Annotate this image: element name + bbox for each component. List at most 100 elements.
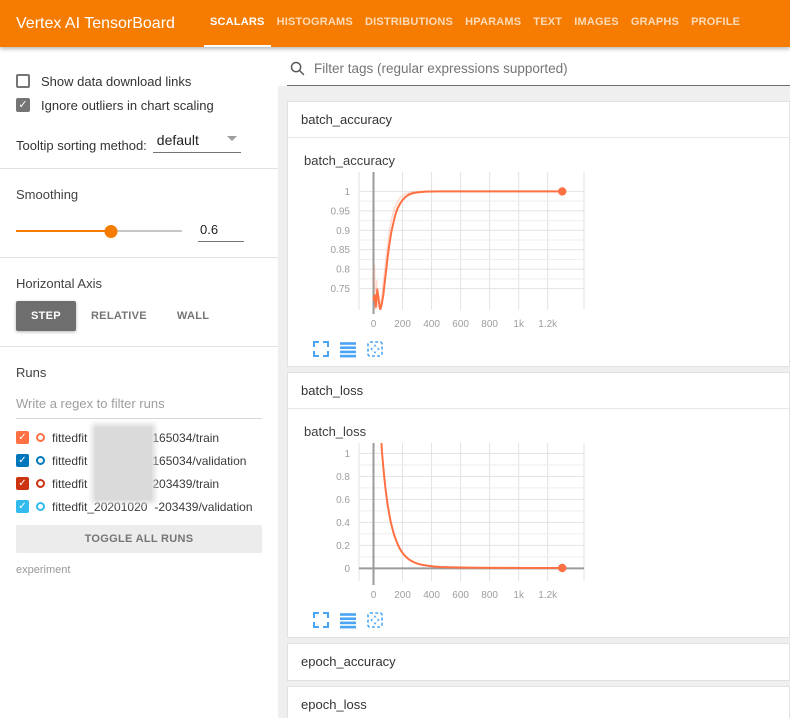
settings-sidebar: Show data download links ✓ Ignore outlie… [0, 47, 278, 718]
tab-graphs[interactable]: GRAPHS [625, 0, 685, 47]
svg-text:0.2: 0.2 [336, 541, 350, 552]
chart-block: batch_accuracy 0 200 400 600 800 1k 1.2k 0.75 0.8… [288, 138, 789, 366]
tag-section-header-batch-accuracy[interactable]: batch_accuracy [288, 102, 789, 138]
tab-distributions[interactable]: DISTRIBUTIONS [359, 0, 459, 47]
chart-block: batch_loss02004006008001k1.2k00.20.40.60… [288, 409, 789, 637]
tag-card-batch-accuracy: batch_accuracy batch_accuracy 0 200 400 600 80… [287, 101, 790, 367]
horizontal-axis-label: Horizontal Axis [16, 276, 262, 291]
chart-title: batch_loss [304, 424, 789, 439]
tag-card-batch-loss: batch_loss batch_loss 0 200 400 600 800 1k 1.2k 0… [287, 372, 790, 638]
tab-histograms[interactable]: HISTOGRAMS [271, 0, 359, 47]
smoothing-value-field[interactable]: 0.6 [198, 220, 244, 242]
toggle-all-runs-button[interactable]: TOGGLE ALL RUNS [16, 525, 262, 553]
search-icon [289, 60, 306, 77]
main-pane: batch_accuracy batch_accuracy 0 200 400 600 80… [278, 47, 790, 718]
svg-text:400: 400 [423, 319, 440, 330]
app-header: Vertex AI TensorBoard SCALARSHISTOGRAMSD… [0, 0, 790, 47]
axis-btn-step[interactable]: STEP [16, 301, 76, 331]
tab-hparams[interactable]: HPARAMS [459, 0, 527, 47]
tooltip-sorting-value: default [157, 132, 199, 148]
tag-card-epoch-accuracy: epoch_accuracy [287, 643, 790, 681]
run-label-suffix: -165034/validation [148, 454, 246, 468]
smoothing-slider-thumb[interactable] [104, 225, 117, 238]
run-label-prefix: fittedfit [52, 477, 87, 491]
ignore-outliers-row[interactable]: ✓ Ignore outliers in chart scaling [16, 95, 262, 115]
svg-text:1k: 1k [513, 590, 525, 601]
run-isolator-circle[interactable] [36, 433, 45, 442]
stacked-lines-icon[interactable] [339, 611, 357, 629]
tag-section-header-batch-loss[interactable]: batch_loss [288, 373, 789, 409]
scalar-chart-batch-accuracy[interactable]: 02004006008001k1.2k0.750.80.850.90.951 [304, 168, 604, 332]
svg-text:200: 200 [394, 319, 411, 330]
axis-btn-relative[interactable]: RELATIVE [76, 301, 162, 331]
svg-text:1: 1 [344, 187, 350, 198]
redaction-overlay [95, 427, 152, 500]
chart-footer-icons [304, 611, 789, 629]
fullscreen-expand-icon[interactable] [312, 340, 330, 358]
svg-text:800: 800 [481, 590, 498, 601]
svg-text:600: 600 [452, 590, 469, 601]
run-checkbox[interactable]: ✓ [16, 500, 29, 513]
tag-card-epoch-loss: epoch_loss [287, 686, 790, 718]
run-label-suffix: -165034/train [148, 431, 219, 445]
svg-text:0.95: 0.95 [331, 206, 351, 217]
svg-text:800: 800 [481, 319, 498, 330]
svg-text:0.8: 0.8 [336, 265, 350, 276]
svg-text:0: 0 [344, 564, 350, 575]
divider [0, 257, 278, 258]
scalar-chart-batch-loss[interactable]: 02004006008001k1.2k00.20.40.60.81 [304, 439, 604, 603]
chart-title: batch_accuracy [304, 153, 789, 168]
runs-label: Runs [16, 365, 262, 380]
tab-images[interactable]: IMAGES [568, 0, 625, 47]
chart-footer-icons [304, 340, 789, 358]
ignore-outliers-checkbox[interactable]: ✓ [16, 98, 30, 112]
run-label-suffix: -203439/train [148, 477, 219, 491]
tooltip-sorting-select[interactable]: default [153, 131, 241, 153]
run-label-suffix: -203439/validation [154, 500, 252, 514]
stacked-lines-icon[interactable] [339, 340, 357, 358]
run-label-prefix: fittedfit_20201020 [52, 500, 147, 514]
run-checkbox[interactable]: ✓ [16, 431, 29, 444]
app-title: Vertex AI TensorBoard [0, 0, 204, 47]
run-checkbox[interactable]: ✓ [16, 477, 29, 490]
show-download-links-label: Show data download links [41, 74, 191, 89]
experiment-label: experiment [16, 564, 262, 576]
ignore-outliers-label: Ignore outliers in chart scaling [41, 98, 214, 113]
smoothing-slider-fill [16, 230, 111, 232]
run-checkbox[interactable]: ✓ [16, 454, 29, 467]
show-download-links-row[interactable]: Show data download links [16, 71, 262, 91]
run-isolator-circle[interactable] [36, 456, 45, 465]
run-isolator-circle[interactable] [36, 479, 45, 488]
svg-text:600: 600 [452, 319, 469, 330]
svg-text:1: 1 [344, 449, 350, 460]
svg-text:1k: 1k [513, 319, 525, 330]
tab-text[interactable]: TEXT [527, 0, 568, 47]
svg-text:1.2k: 1.2k [538, 590, 558, 601]
tag-filter-input[interactable] [314, 61, 788, 76]
smoothing-label: Smoothing [16, 187, 262, 202]
tab-scalars[interactable]: SCALARS [204, 0, 271, 47]
fit-domain-icon[interactable] [366, 340, 384, 358]
svg-text:0.85: 0.85 [331, 245, 351, 256]
axis-btn-wall[interactable]: WALL [162, 301, 224, 331]
divider [0, 346, 278, 347]
tab-profile[interactable]: PROFILE [685, 0, 746, 47]
svg-text:1.2k: 1.2k [538, 319, 558, 330]
smoothing-slider[interactable] [16, 230, 182, 232]
divider [0, 168, 278, 169]
svg-text:0: 0 [371, 590, 377, 601]
run-isolator-circle[interactable] [36, 502, 45, 511]
runs-regex-input[interactable] [16, 392, 262, 419]
fit-domain-icon[interactable] [366, 611, 384, 629]
header-tabs: SCALARSHISTOGRAMSDISTRIBUTIONSHPARAMSTEX… [204, 0, 746, 47]
svg-text:0: 0 [371, 319, 377, 330]
svg-text:400: 400 [423, 590, 440, 601]
svg-text:0.75: 0.75 [331, 284, 351, 295]
svg-text:200: 200 [394, 590, 411, 601]
show-download-links-checkbox[interactable] [16, 74, 30, 88]
run-label-prefix: fittedfit [52, 431, 87, 445]
caret-down-icon [227, 136, 237, 141]
tag-section-header-epoch-accuracy[interactable]: epoch_accuracy [288, 644, 789, 680]
tag-section-header-epoch-loss[interactable]: epoch_loss [288, 687, 789, 718]
fullscreen-expand-icon[interactable] [312, 611, 330, 629]
